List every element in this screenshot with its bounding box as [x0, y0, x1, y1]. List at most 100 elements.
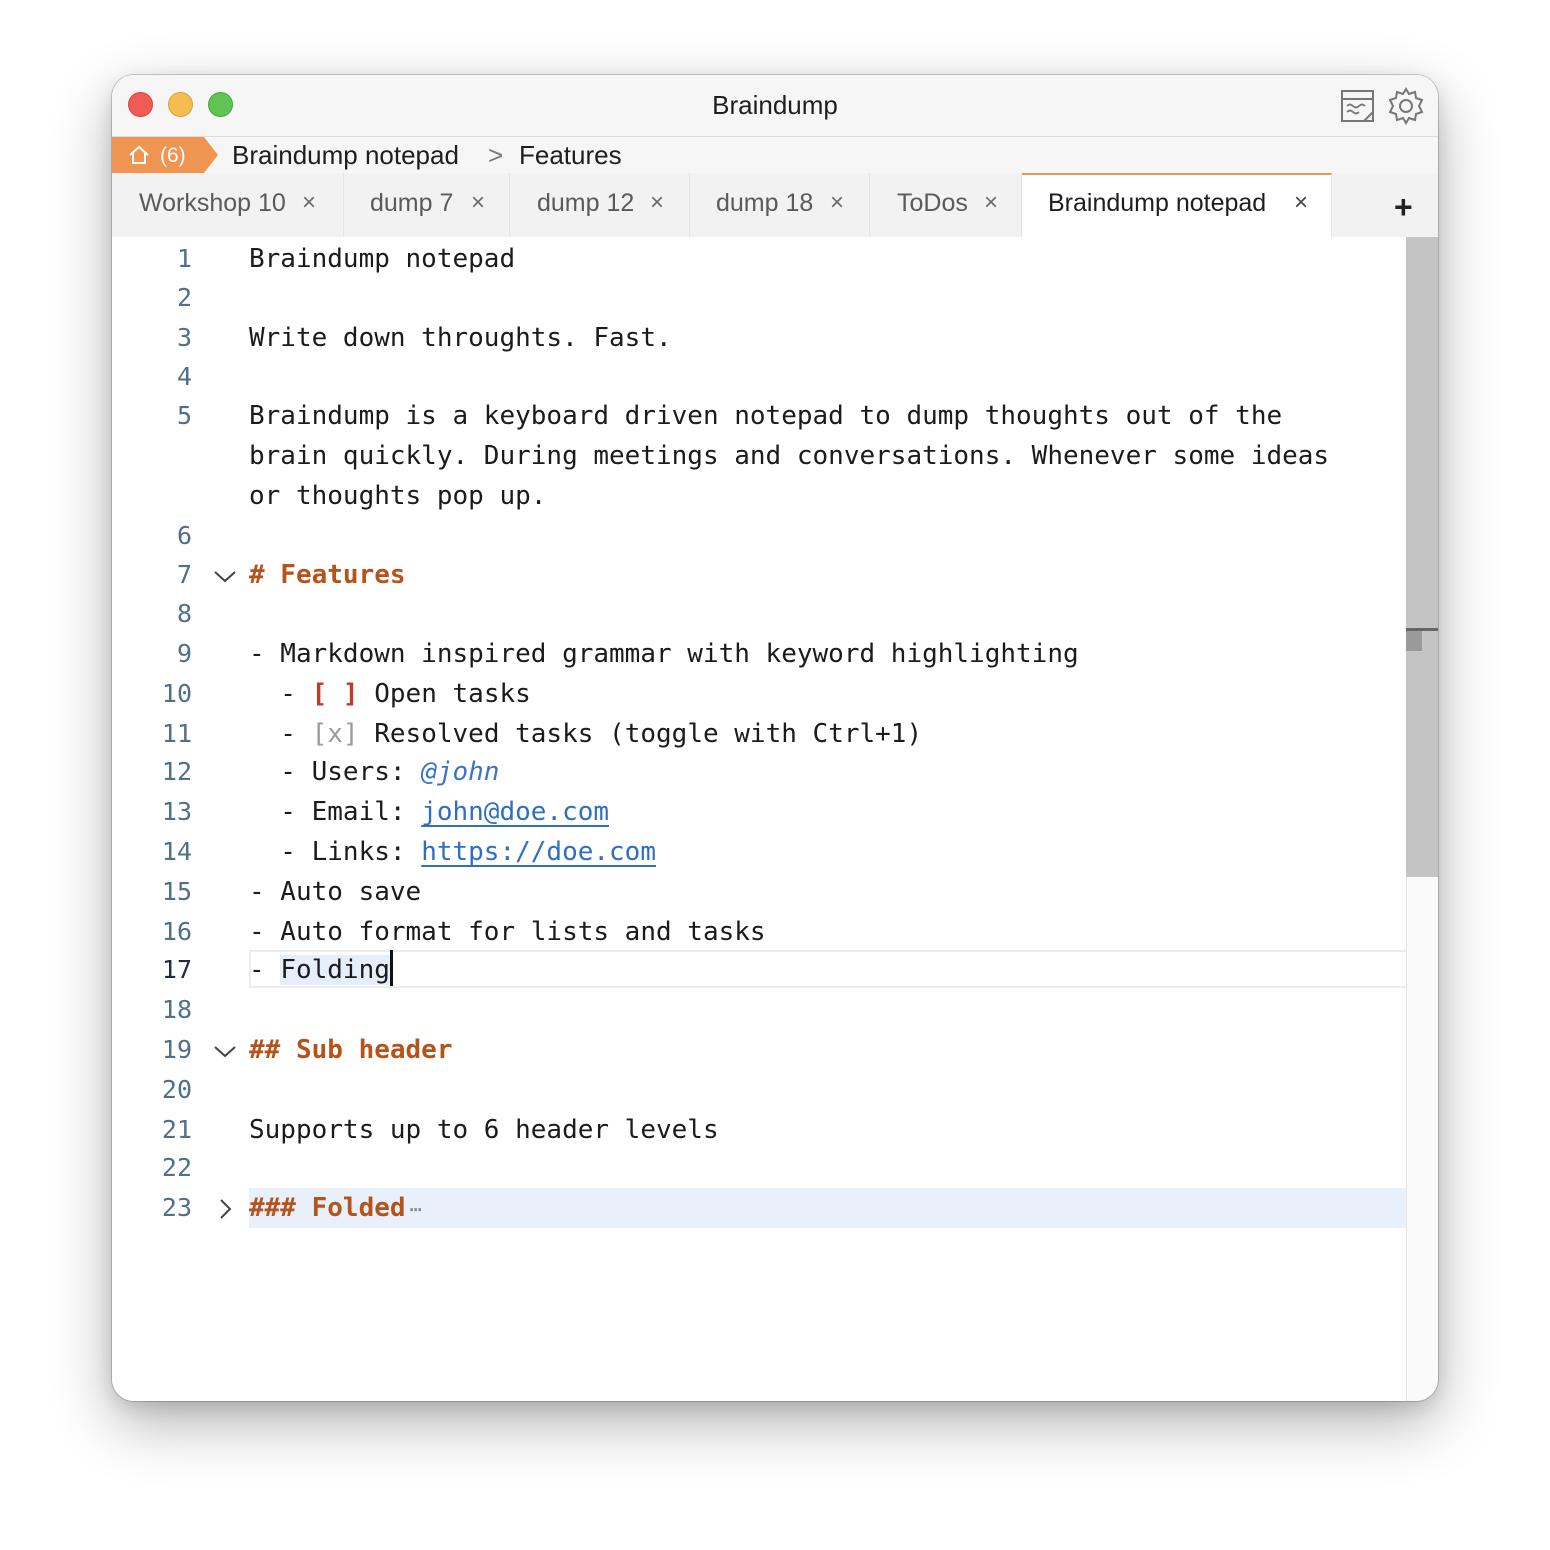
resolved-task-checkbox[interactable]: [x]	[312, 719, 359, 749]
list-dash: -	[249, 955, 281, 985]
editor-line: 11 - [x] Resolved tasks (toggle with Ctr…	[112, 714, 1406, 754]
editor-line: 19 ## Sub header	[112, 1030, 1406, 1070]
line-text: Braindump notepad	[249, 244, 516, 274]
editor-line: 16 - Auto format for lists and tasks	[112, 912, 1406, 952]
tab-close-button[interactable]: ×	[650, 189, 664, 217]
tab-close-button[interactable]: ×	[302, 189, 316, 217]
line-number: 16	[161, 917, 192, 946]
line-text: - Folding	[249, 949, 393, 986]
line-number: 7	[176, 560, 192, 589]
tab-close-button[interactable]: ×	[984, 189, 998, 217]
task-text: Resolved tasks (toggle with Ctrl+1)	[358, 719, 923, 749]
line-text: - [ ] Open tasks	[249, 679, 531, 709]
tab-close-button[interactable]: ×	[471, 189, 485, 217]
tab-dump-7[interactable]: dump 7 ×	[344, 173, 510, 237]
email-link[interactable]: john@doe.com	[421, 797, 609, 827]
editor-line: 21 Supports up to 6 header levels	[112, 1110, 1406, 1150]
line-text: - Email: john@doe.com	[249, 797, 609, 827]
tab-label: dump 12	[537, 189, 635, 217]
notes-icon[interactable]	[1338, 86, 1378, 126]
line-number: 8	[176, 599, 192, 628]
editor-line: 20	[112, 1070, 1406, 1110]
fold-chevron-down-icon[interactable]	[212, 1040, 238, 1062]
editor-line: 1 Braindump notepad	[112, 239, 1406, 279]
line-text: Write down throughts. Fast.	[249, 323, 672, 353]
scrollbar-thumb[interactable]	[1406, 237, 1438, 877]
editor-line: 18	[112, 990, 1406, 1030]
add-tab-button[interactable]: +	[1394, 189, 1413, 226]
editor-line: 13 - Email: john@doe.com	[112, 792, 1406, 832]
line-text: Supports up to 6 header levels	[249, 1115, 719, 1145]
line-number: 20	[161, 1075, 192, 1104]
current-line-highlight	[249, 950, 1435, 988]
line-number: 3	[176, 323, 192, 352]
url-link[interactable]: https://doe.com	[421, 837, 656, 867]
editor-line: 4	[112, 357, 1406, 397]
selected-word: Folding	[280, 955, 390, 985]
home-button[interactable]: (6)	[112, 137, 218, 173]
line-number: 21	[161, 1115, 192, 1144]
line-text-wrapped: or thoughts pop up.	[249, 481, 547, 511]
current-editor-line: 17 - Folding	[112, 949, 1435, 990]
editor-line: 22	[112, 1148, 1406, 1188]
tab-bar: Workshop 10 × dump 7 × dump 12 × dump 18…	[112, 173, 1438, 237]
line-number: 5	[176, 401, 192, 430]
line-number: 22	[161, 1153, 192, 1182]
breadcrumb-item-notepad[interactable]: Braindump notepad	[232, 140, 459, 171]
line-number: 4	[176, 362, 192, 391]
editor[interactable]: 1 Braindump notepad 2 3 Write down throu…	[112, 237, 1438, 1401]
line-text: - Markdown inspired grammar with keyword…	[249, 639, 1079, 669]
tab-workshop-10[interactable]: Workshop 10 ×	[112, 173, 344, 237]
line-number: 18	[161, 995, 192, 1024]
editor-line: 3 Write down throughts. Fast.	[112, 318, 1406, 358]
editor-line: 14 - Links: https://doe.com	[112, 832, 1406, 872]
fold-chevron-right-icon[interactable]	[212, 1198, 238, 1220]
tab-todos[interactable]: ToDos ×	[870, 173, 1022, 237]
fold-chevron-down-icon[interactable]	[212, 565, 238, 587]
user-mention[interactable]: @john	[421, 757, 499, 787]
scrollbar-marker	[1406, 631, 1422, 651]
line-text: - Auto format for lists and tasks	[249, 917, 766, 947]
line-text: Braindump is a keyboard driven notepad t…	[249, 401, 1283, 431]
line-number: 1	[176, 244, 192, 273]
tab-label: ToDos	[897, 189, 968, 217]
text-cursor	[389, 949, 393, 986]
line-number: 13	[161, 797, 192, 826]
header-text: # Features	[249, 560, 406, 590]
line-text-wrapped: brain quickly. During meetings and conve…	[249, 441, 1330, 471]
list-label: - Users:	[249, 757, 422, 787]
line-number: 12	[161, 757, 192, 786]
line-number: 6	[176, 521, 192, 550]
tab-label: dump 7	[370, 189, 454, 217]
line-number: 19	[161, 1035, 192, 1064]
breadcrumb-item-features[interactable]: Features	[519, 140, 622, 171]
header-text: ## Sub header	[249, 1035, 453, 1065]
line-number: 23	[161, 1193, 192, 1222]
list-dash: -	[249, 679, 312, 709]
list-label: - Links:	[249, 837, 422, 867]
folded-ellipsis[interactable]: ⋯	[410, 1197, 422, 1221]
tab-braindump-notepad[interactable]: Braindump notepad ×	[1022, 173, 1332, 237]
breadcrumb: (6) Braindump notepad > Features	[112, 137, 1438, 173]
tab-close-button[interactable]: ×	[830, 189, 844, 217]
list-dash: -	[249, 719, 312, 749]
editor-line: 9 - Markdown inspired grammar with keywo…	[112, 634, 1406, 674]
editor-line: 15 - Auto save	[112, 872, 1406, 912]
tab-dump-18[interactable]: dump 18 ×	[690, 173, 870, 237]
line-number: 15	[161, 877, 192, 906]
task-text: Open tasks	[358, 679, 531, 709]
line-number: 17	[161, 955, 192, 984]
tab-dump-12[interactable]: dump 12 ×	[510, 173, 690, 237]
list-label: - Email:	[249, 797, 422, 827]
open-task-checkbox[interactable]: [ ]	[312, 679, 359, 709]
gear-icon[interactable]	[1386, 86, 1426, 126]
line-text: - Users: @john	[249, 757, 499, 787]
home-icon	[129, 145, 149, 164]
editor-line: 12 - Users: @john	[112, 752, 1406, 792]
app-window: Braindump (6) Braindump notepad > Featur…	[112, 75, 1438, 1401]
line-text: - Auto save	[249, 877, 422, 907]
breadcrumb-separator: >	[488, 140, 504, 170]
line-number: 11	[161, 719, 192, 748]
line-number: 2	[176, 283, 192, 312]
tab-close-button[interactable]: ×	[1294, 189, 1308, 217]
